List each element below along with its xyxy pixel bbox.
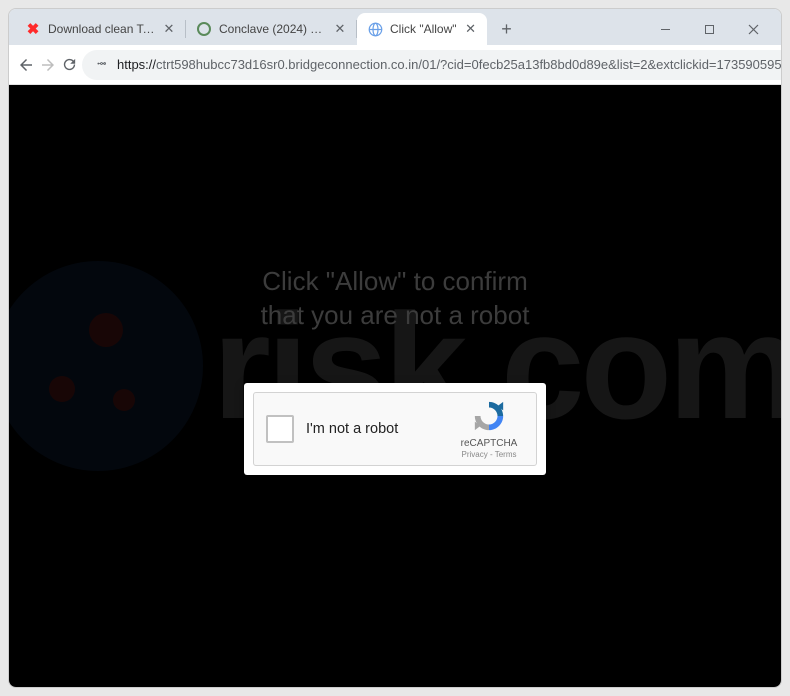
back-button[interactable]	[17, 49, 35, 81]
tab-title: Download clean Torrents | 1337	[48, 22, 155, 36]
captcha-checkbox[interactable]	[266, 415, 294, 443]
forward-button[interactable]	[39, 49, 57, 81]
favicon-x-icon: ✖	[25, 21, 41, 37]
minimize-button[interactable]	[643, 14, 687, 44]
close-icon[interactable]: ✕	[332, 21, 348, 37]
captcha-brand: reCAPTCHA	[454, 438, 524, 449]
toolbar: https://ctrt598hubcc73d16sr0.bridgeconne…	[9, 45, 781, 85]
address-bar[interactable]: https://ctrt598hubcc73d16sr0.bridgeconne…	[82, 50, 782, 80]
tab-torrents[interactable]: ✖ Download clean Torrents | 1337 ✕	[15, 13, 185, 45]
tab-strip: ✖ Download clean Torrents | 1337 ✕ Concl…	[9, 9, 781, 45]
close-icon[interactable]: ✕	[463, 21, 479, 37]
tab-click-allow[interactable]: Click "Allow" ✕	[357, 13, 487, 45]
reload-button[interactable]	[61, 49, 78, 81]
tab-conclave[interactable]: Conclave (2024) YIFY - Downlo... ✕	[186, 13, 356, 45]
tab-title: Click "Allow"	[390, 22, 457, 36]
maximize-button[interactable]	[687, 14, 731, 44]
headline: Click "Allow" to confirm that you are no…	[9, 265, 781, 333]
page-content: risk.com Click "Allow" to confirm that y…	[9, 85, 781, 687]
captcha-badge: reCAPTCHA Privacy - Terms	[454, 399, 524, 459]
captcha-card: I'm not a robot reCAPTCHA Privacy - Term…	[244, 383, 546, 475]
close-icon[interactable]: ✕	[161, 21, 177, 37]
captcha-widget: I'm not a robot reCAPTCHA Privacy - Term…	[253, 392, 537, 466]
recaptcha-icon	[472, 399, 506, 433]
captcha-label: I'm not a robot	[306, 421, 454, 437]
url-text: https://ctrt598hubcc73d16sr0.bridgeconne…	[117, 57, 782, 72]
headline-line2: that you are not a robot	[9, 299, 781, 333]
browser-window: ✖ Download clean Torrents | 1337 ✕ Concl…	[8, 8, 782, 688]
site-info-icon[interactable]	[94, 56, 109, 74]
favicon-globe-icon	[367, 21, 383, 37]
window-controls	[643, 14, 775, 44]
close-window-button[interactable]	[731, 14, 775, 44]
captcha-privacy-terms[interactable]: Privacy - Terms	[454, 450, 524, 459]
new-tab-button[interactable]: +	[493, 15, 521, 43]
headline-line1: Click "Allow" to confirm	[9, 265, 781, 299]
favicon-yify-icon	[196, 21, 212, 37]
tab-title: Conclave (2024) YIFY - Downlo...	[219, 22, 326, 36]
